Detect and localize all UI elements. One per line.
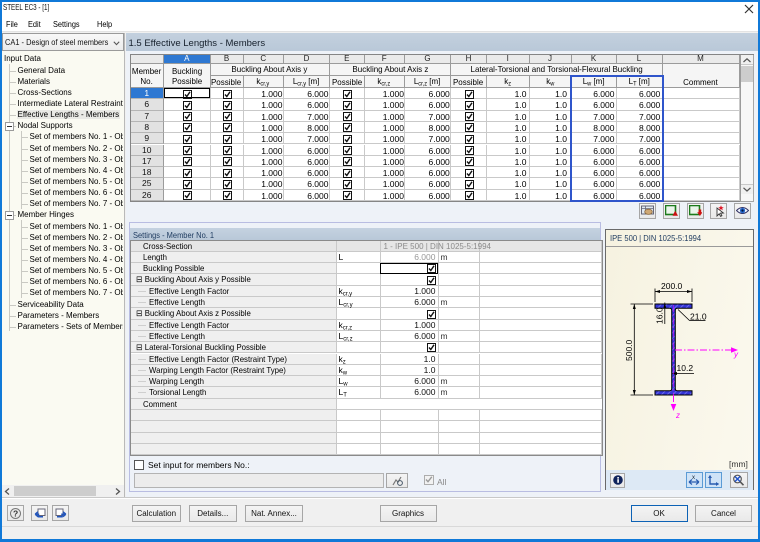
svg-text:21.0: 21.0 [690,312,707,322]
svg-text:200.0: 200.0 [661,281,683,291]
svg-text:500.0: 500.0 [624,339,634,361]
svg-text:16.0: 16.0 [655,307,665,324]
svg-text:z: z [675,411,680,420]
svg-text:10.2: 10.2 [677,363,694,373]
svg-text:?: ? [13,508,18,518]
svg-text:y: y [733,350,739,359]
svg-text:x: x [692,475,695,481]
